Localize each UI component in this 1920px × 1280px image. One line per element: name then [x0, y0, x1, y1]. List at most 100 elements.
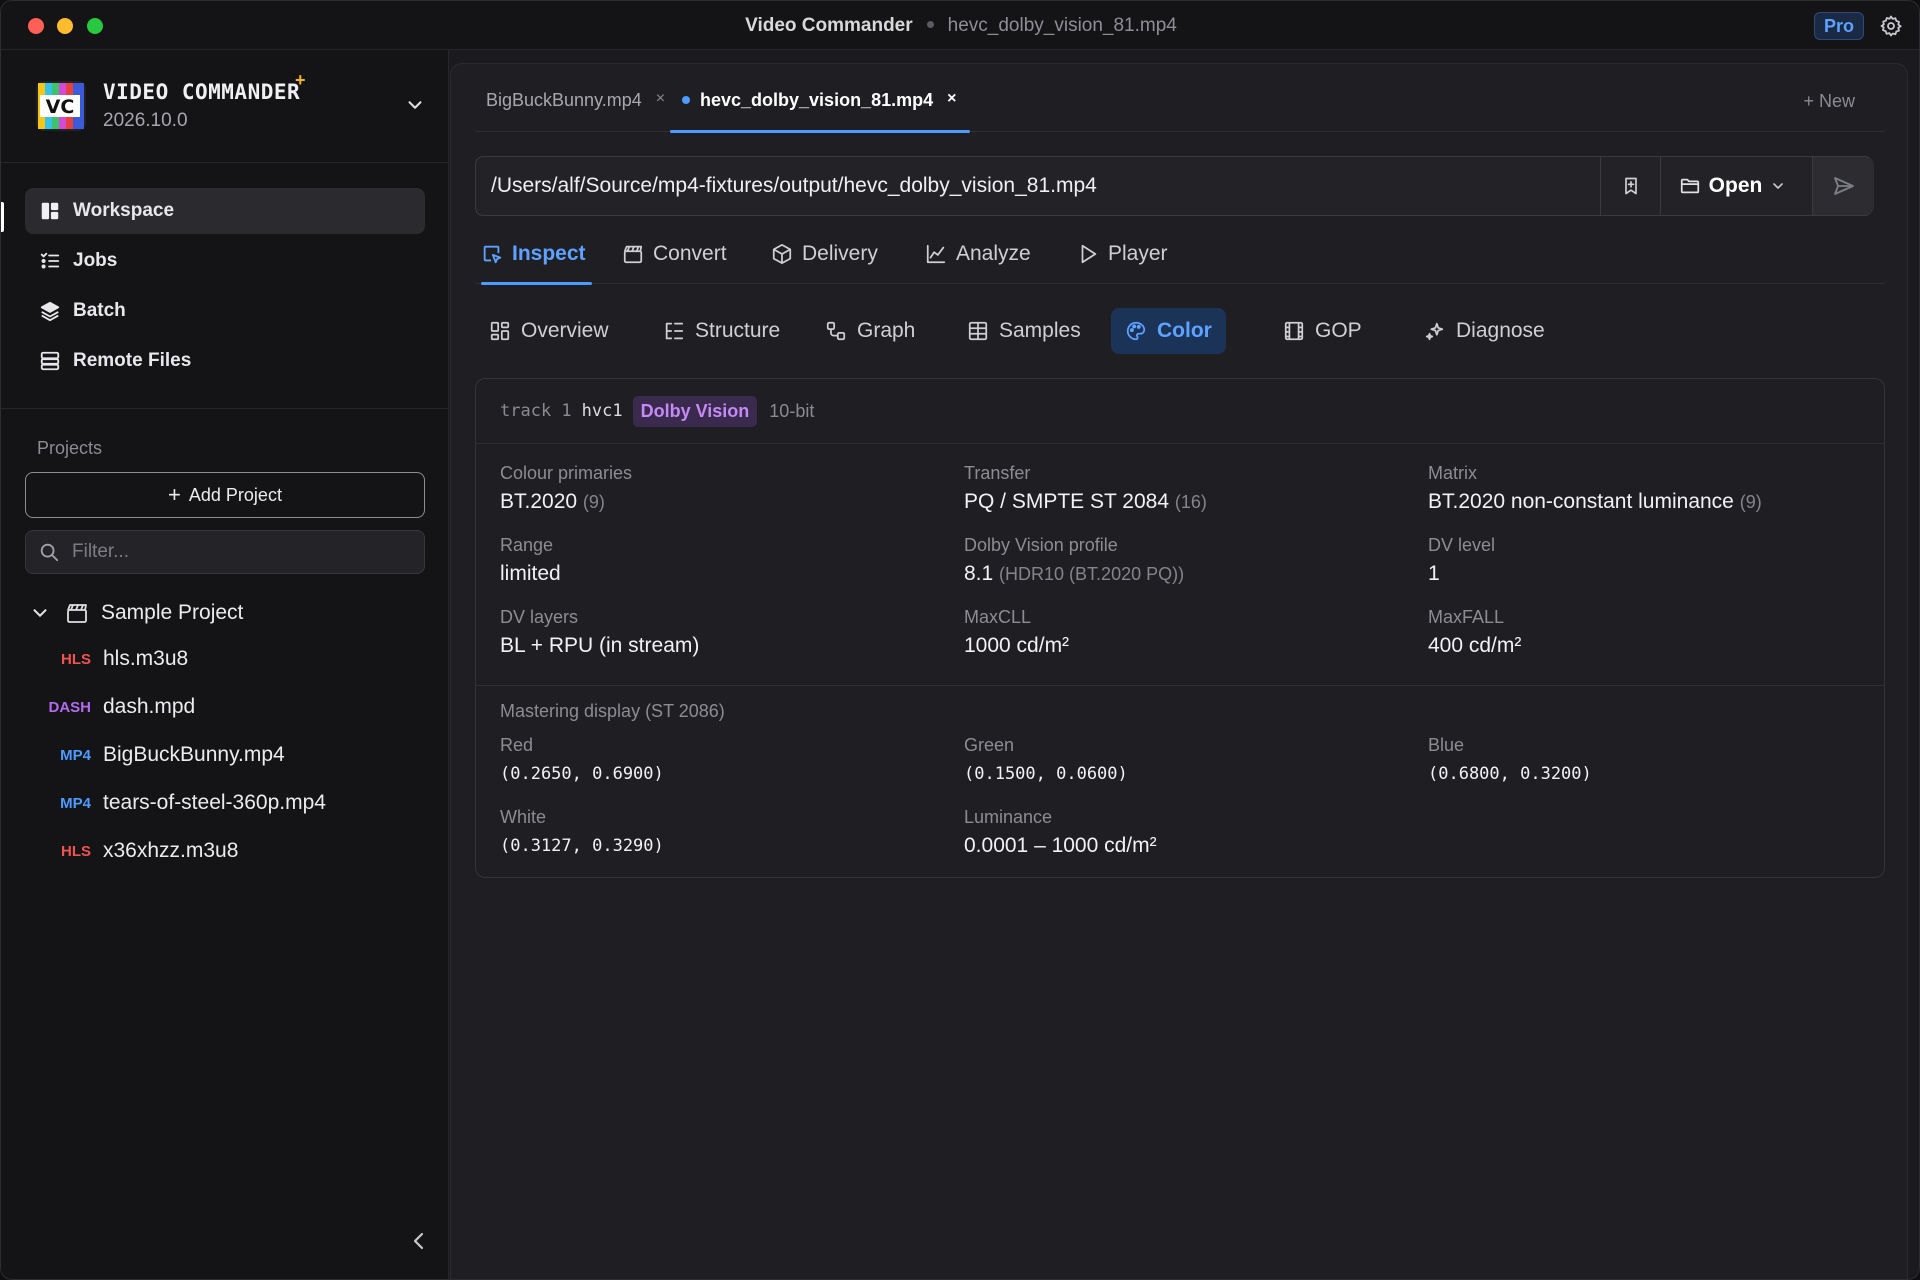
project-file-name: x36xhzz.m3u8	[103, 839, 239, 862]
open-button[interactable]: Open	[1660, 157, 1812, 215]
search-icon	[40, 543, 59, 562]
subtab-label: Overview	[521, 319, 609, 342]
project-sample-project[interactable]: Sample Project	[29, 591, 429, 635]
field-label: Green	[964, 735, 1015, 755]
dolby-vision-badge: Dolby Vision	[632, 395, 758, 427]
path-input[interactable]: /Users/alf/Source/mp4-fixtures/output/he…	[491, 174, 1097, 198]
send-button[interactable]	[1812, 157, 1874, 215]
file-tab[interactable]: BigBuckBunny.mp4 ×	[486, 90, 665, 132]
app-window: Video Commander hevc_dolby_vision_81.mp4 …	[0, 0, 1920, 1280]
chevron-down-icon[interactable]	[29, 602, 51, 624]
field-range: Range limited	[500, 535, 561, 586]
project-file-item[interactable]: MP4 tears-of-steel-360p.mp4	[29, 779, 429, 827]
field-value: BT.2020 non-constant luminance (9)	[1428, 490, 1762, 513]
tab-player[interactable]: Player	[1077, 236, 1168, 284]
graph-icon	[826, 321, 846, 341]
field-label: White	[500, 807, 547, 827]
play-icon	[1081, 244, 1097, 264]
format-tag: HLS	[61, 842, 91, 860]
file-tab-bar: BigBuckBunny.mp4 × hevc_dolby_vision_81.…	[475, 64, 1885, 133]
project-file-item[interactable]: DASH dash.mpd	[29, 683, 429, 731]
grid-icon	[490, 321, 510, 341]
field-dv-profile: Dolby Vision profile 8.1 (HDR10 (BT.2020…	[964, 535, 1184, 586]
format-tag: DASH	[48, 698, 91, 716]
field-blue-primary: Blue (0.6800, 0.3200)	[1428, 735, 1592, 784]
sidebar-item-batch[interactable]: Batch	[25, 288, 425, 334]
field-dv-level: DV level 1	[1428, 535, 1495, 586]
subtab-structure[interactable]: Structure	[649, 308, 794, 354]
close-tab-icon[interactable]: ×	[947, 90, 956, 108]
chart-icon	[926, 244, 946, 264]
tab-label: Delivery	[802, 242, 878, 265]
app-brand[interactable]: VC VIDEO COMMANDER + 2026.10.0	[36, 70, 426, 158]
project-tree: Sample Project HLS hls.m3u8 DASH dash.mp…	[29, 591, 429, 875]
tab-delivery[interactable]: Delivery	[771, 236, 878, 284]
chevron-down-icon[interactable]	[404, 94, 426, 116]
subtab-label: Color	[1157, 319, 1212, 342]
project-file-item[interactable]: HLS x36xhzz.m3u8	[29, 827, 429, 875]
format-tag: MP4	[60, 794, 91, 812]
field-white-point: White (0.3127, 0.3290)	[500, 807, 664, 856]
project-filter[interactable]	[25, 530, 425, 574]
field-value: 1000 cd/m²	[964, 634, 1070, 657]
field-maxfall: MaxFALL 400 cd/m²	[1428, 607, 1521, 658]
subtab-diagnose[interactable]: Diagnose	[1410, 308, 1559, 354]
layers-icon	[40, 301, 60, 322]
path-bar: /Users/alf/Source/mp4-fixtures/output/he…	[475, 156, 1874, 216]
close-tab-icon[interactable]: ×	[656, 90, 665, 108]
field-label: MaxCLL	[964, 607, 1032, 627]
sidebar: VC VIDEO COMMANDER + 2026.10.0 Workspace…	[1, 50, 449, 1279]
sidebar-item-jobs[interactable]: Jobs	[25, 238, 425, 284]
file-tab-label: hevc_dolby_vision_81.mp4	[700, 90, 934, 110]
tab-analyze[interactable]: Analyze	[925, 236, 1031, 284]
project-file-name: hls.m3u8	[103, 647, 189, 670]
subtab-label: GOP	[1315, 319, 1362, 342]
color-panel: track 1 hvc1 Dolby Vision 10-bit Colour …	[475, 378, 1885, 878]
app-logo: VC	[36, 81, 86, 131]
field-value: PQ / SMPTE ST 2084 (16)	[964, 490, 1207, 513]
window-title-app: Video Commander	[745, 15, 913, 36]
open-button-label: Open	[1708, 174, 1763, 197]
subtab-gop[interactable]: GOP	[1269, 308, 1376, 354]
new-tab-button[interactable]: + New	[1803, 91, 1855, 112]
table-icon	[968, 321, 988, 341]
clapper-icon	[623, 245, 643, 264]
tab-inspect[interactable]: Inspect	[481, 236, 592, 285]
subtab-graph[interactable]: Graph	[811, 308, 929, 354]
format-tag: HLS	[61, 650, 91, 668]
tab-label: Convert	[653, 242, 727, 265]
project-file-item[interactable]: HLS hls.m3u8	[29, 635, 429, 683]
subtab-samples[interactable]: Samples	[953, 308, 1095, 354]
tab-convert[interactable]: Convert	[622, 236, 727, 284]
sidebar-item-remote-files[interactable]: Remote Files	[25, 338, 425, 384]
field-transfer: Transfer PQ / SMPTE ST 2084 (16)	[964, 463, 1207, 514]
pro-badge[interactable]: Pro	[1813, 12, 1864, 40]
collapse-sidebar-icon[interactable]	[407, 1229, 431, 1253]
field-label: DV layers	[500, 607, 579, 627]
gear-icon[interactable]	[1879, 14, 1903, 38]
subtab-overview[interactable]: Overview	[475, 308, 623, 354]
add-project-button[interactable]: + Add Project	[25, 472, 425, 518]
field-label: Matrix	[1428, 463, 1477, 483]
project-file-item[interactable]: MP4 BigBuckBunny.mp4	[29, 731, 429, 779]
file-tab-active[interactable]: hevc_dolby_vision_81.mp4 ×	[669, 90, 971, 133]
brand-name: VIDEO COMMANDER	[103, 80, 301, 104]
mode-tab-bar: Inspect Convert Delivery Analyze Player	[475, 236, 1885, 285]
bookmark-icon	[1624, 177, 1637, 195]
field-value: (0.2650, 0.6900)	[500, 764, 664, 784]
tab-label: Inspect	[512, 242, 586, 265]
title-bar: Video Commander hevc_dolby_vision_81.mp4 …	[1, 1, 1919, 50]
main-panel: BigBuckBunny.mp4 × hevc_dolby_vision_81.…	[450, 63, 1908, 1279]
subtab-color[interactable]: Color	[1111, 308, 1226, 354]
subtab-label: Diagnose	[1456, 319, 1545, 342]
project-name: Sample Project	[101, 601, 244, 624]
window-title-file: hevc_dolby_vision_81.mp4	[947, 15, 1177, 36]
sidebar-divider	[1, 408, 449, 409]
sidebar-item-workspace[interactable]: Workspace	[25, 188, 425, 234]
field-value: (0.1500, 0.0600)	[964, 764, 1128, 784]
bit-depth-label: 10-bit	[769, 400, 815, 421]
bookmark-button[interactable]	[1600, 157, 1660, 215]
tab-label: Player	[1108, 242, 1168, 265]
projects-heading: Projects	[37, 438, 103, 458]
filter-input[interactable]	[72, 541, 392, 563]
